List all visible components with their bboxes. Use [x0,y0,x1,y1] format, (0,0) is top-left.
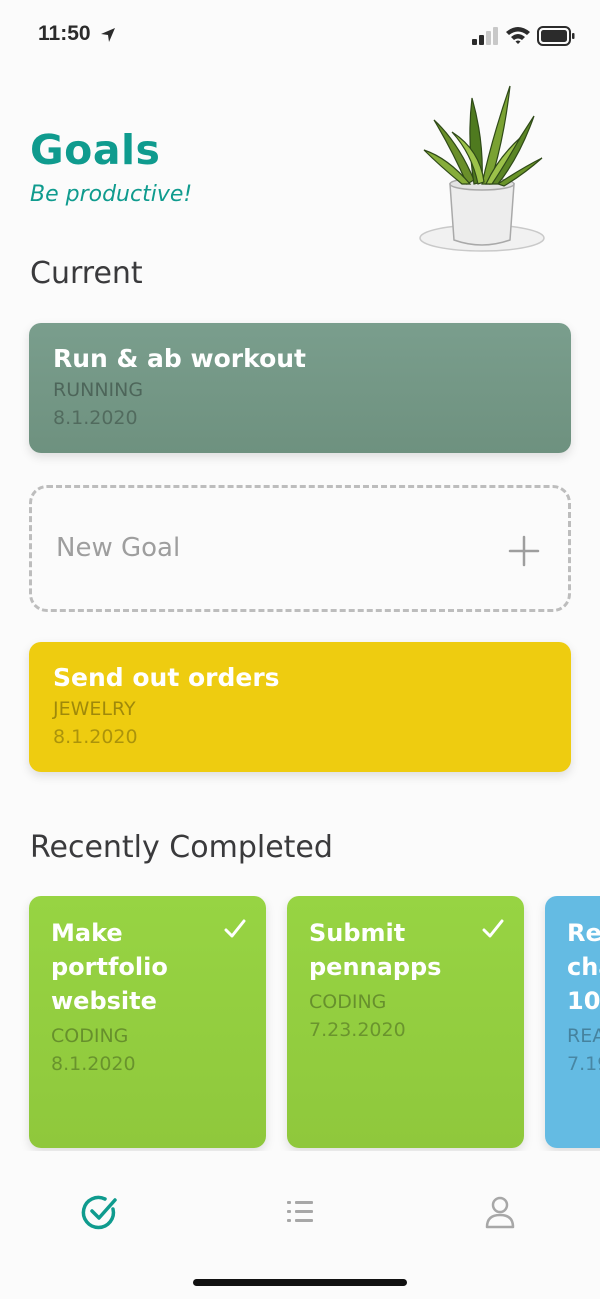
cellular-signal-icon [472,27,498,45]
wifi-icon [506,27,530,44]
goal-date: 8.1.2020 [53,726,138,748]
completed-goal-card[interactable]: Submit pennapps CODING 7.23.2020 [287,896,524,1148]
goal-category: JEWELRY [53,698,136,720]
completed-goal-title: Make portfolio website [51,919,168,1015]
list-icon[interactable] [280,1192,320,1232]
goal-title: Run & ab workout [53,344,307,373]
completed-goal-category: CODING [51,1025,129,1047]
home-indicator [193,1279,407,1286]
checkmark-icon [482,919,504,938]
new-goal-label: New Goal [56,533,181,563]
completed-goal-category: CODING [309,991,387,1013]
completed-goal-date: 8.1.2020 [51,1053,136,1075]
location-arrow-icon [101,28,115,42]
completed-section-title: Recently Completed [30,830,333,865]
goal-card[interactable]: Run & ab workout RUNNING 8.1.2020 [29,323,571,453]
page-title: Goals [30,126,161,174]
completed-goal-date: 7.23.2020 [309,1019,406,1041]
completed-goal-card[interactable]: Make portfolio website CODING 8.1.2020 [29,896,266,1148]
status-time: 11:50 [38,22,91,45]
completed-goal-category: REA [567,1025,600,1047]
page-subtitle: Be productive! [30,182,193,207]
plus-icon [508,535,540,567]
checkmark-icon [224,919,246,938]
completed-goal-title: Rea cha 10- [567,919,600,1015]
check-circle-icon[interactable] [80,1192,120,1232]
plant-illustration [419,85,545,252]
completed-carousel[interactable]: Make portfolio website CODING 8.1.2020 S… [0,896,600,1151]
goal-category: RUNNING [53,379,144,401]
completed-goal-date: 7.19 [567,1053,600,1075]
goal-date: 8.1.2020 [53,407,138,429]
user-icon[interactable] [480,1192,520,1232]
tab-bar [0,1180,600,1250]
new-goal-button[interactable]: New Goal [29,485,571,612]
completed-goal-title: Submit pennapps [309,919,442,981]
goal-card[interactable]: Send out orders JEWELRY 8.1.2020 [29,642,571,772]
current-section-title: Current [30,256,143,291]
completed-goal-card[interactable]: Rea cha 10- REA 7.19 [545,896,600,1148]
goal-title: Send out orders [53,663,280,692]
battery-icon [537,26,575,46]
status-bar: 11:50 [0,0,600,70]
